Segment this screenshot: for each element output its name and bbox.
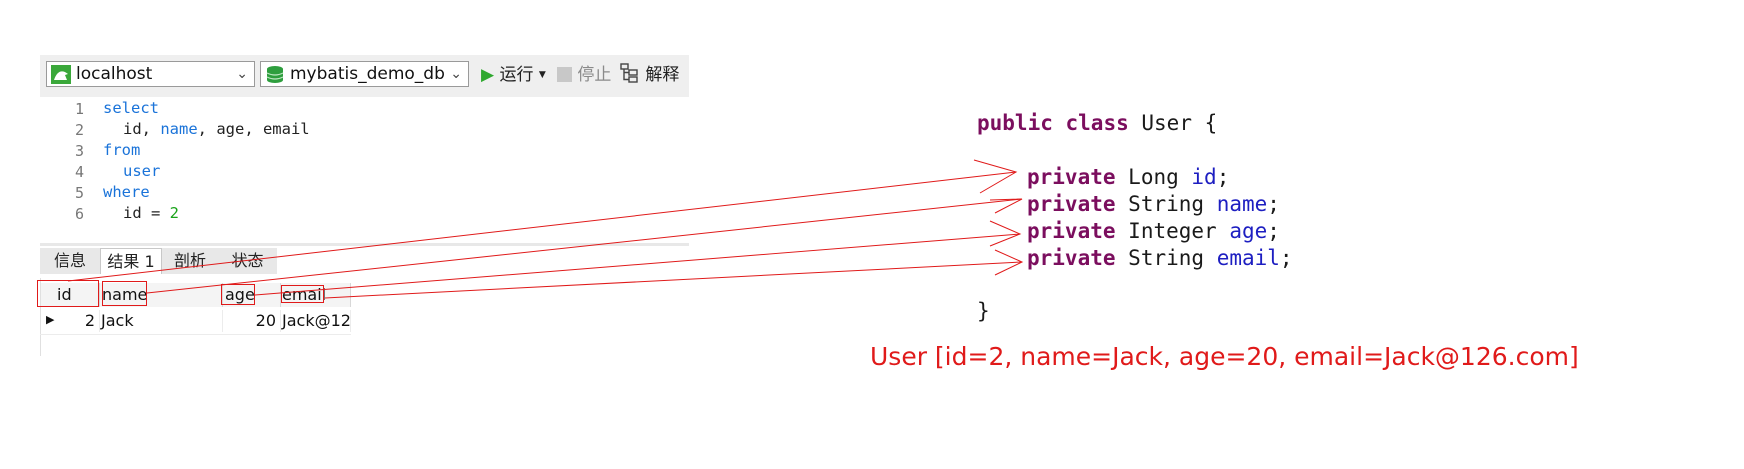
arrow-id-mapping xyxy=(67,171,1017,282)
arrow-email-mapping xyxy=(324,261,1023,299)
arrow-age-mapping xyxy=(254,233,1021,296)
mapping-arrows xyxy=(67,159,1024,299)
arrow-name-mapping xyxy=(146,198,1023,294)
arrow-age-head xyxy=(989,220,1022,247)
